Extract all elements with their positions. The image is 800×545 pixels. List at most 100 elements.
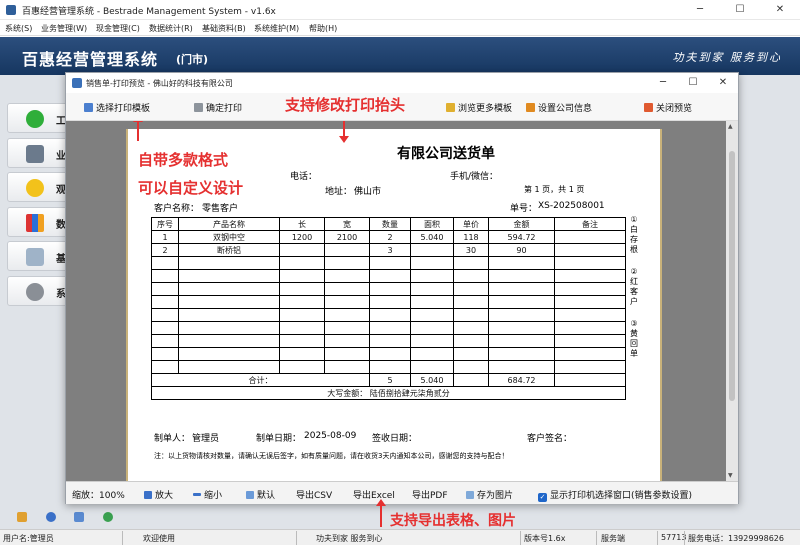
total-row: 合计： 5 5.040 684.72 [151,373,626,387]
status-version: 版本号1.6x [524,534,566,543]
dialog-title: 销售单-打印预览 - 佛山好的科技有限公司 [86,79,233,88]
zoom-in-button[interactable]: 放大 [144,488,173,501]
star-icon [26,179,44,197]
bar-chart-icon [26,214,44,232]
table-row-empty [151,256,626,270]
save-image-button[interactable]: 存为图片 [466,488,513,501]
close-icon [644,103,653,112]
browse-templates-button[interactable]: 浏览更多模板 [446,101,512,114]
status-port: 57713 [661,533,687,542]
close-preview-button[interactable]: 关闭预览 [644,101,692,114]
table-header-row: 序号 产品名称长宽数量 面积 单价 金额 备注 [151,217,626,231]
maker-value: 管理员 [192,434,220,444]
sign-date-label: 签收日期： [372,434,418,444]
dialog-maximize-button[interactable]: ☐ [678,73,708,93]
maker-label: 制单人： [154,434,191,444]
copy-note-white: ①白存根 [630,215,638,254]
close-button[interactable]: ✕ [760,0,800,20]
dialog-app-icon [72,78,82,88]
status-welcome: 欢迎使用 [143,534,175,543]
window-title: 百惠经营管理系统 - Bestrade Management System - … [22,7,276,17]
company-info-button[interactable]: 设置公司信息 [526,101,592,114]
table-row-empty [151,295,626,309]
address-label: 地址： [325,187,353,197]
annotation-arrow-templates [133,121,143,141]
menu-statistics[interactable]: 数据统计(R) [149,23,193,34]
date-label: 制单日期： [256,434,302,444]
select-template-button[interactable]: 选择打印模板 [84,101,150,114]
page-icon [246,491,254,499]
menu-maintenance[interactable]: 系统维护(M) [254,23,299,34]
status-phone: 服务电话：13929998626 [688,534,784,543]
refresh-icon[interactable] [103,512,113,522]
receipt-note: 注：以上货物请核对数量，请确认无误后签字，如有质量问题，请在收货3天内通知本公司… [154,452,509,460]
info-icon[interactable] [46,512,56,522]
export-csv-button[interactable]: 导出CSV [296,488,332,501]
printer-icon [26,145,44,163]
minimize-button[interactable]: ─ [680,0,720,20]
annotation-export: 支持导出表格、图片 [390,513,516,529]
confirm-print-button[interactable]: 确定打印 [194,101,242,114]
zoom-out-button[interactable]: 缩小 [193,488,222,501]
menu-help[interactable]: 帮助(H) [309,23,337,34]
export-pdf-button[interactable]: 导出PDF [412,488,448,501]
menu-basic-data[interactable]: 基础资料(B) [202,23,246,34]
phone-label: 电话： [290,172,318,182]
copy-note-yellow: ③黄回单 [630,319,638,358]
show-printer-checkbox[interactable]: ✓ 显示打印机选择窗口(销售参数设置) [538,488,692,502]
table-row: 2 断桥铝 3 30 90 [151,243,626,257]
menu-bar: 系统(S) 业务管理(W) 现金管理(C) 数据统计(R) 基础资料(B) 系统… [0,20,800,36]
folder-icon[interactable] [17,512,27,522]
print-preview-dialog: 销售单-打印预览 - 佛山好的科技有限公司 ─ ☐ ✕ 选择打印模板 确定打印 … [65,72,739,504]
vertical-scrollbar[interactable]: ▲ ▼ [726,121,738,481]
preview-canvas: 有限公司送货单 电话： 手机/微信： 地址： 佛山市 第 1 页，共 1 页 客… [66,121,738,481]
page-info: 第 1 页，共 1 页 [524,185,585,194]
table-row-empty [151,321,626,335]
home-icon [526,103,535,112]
status-slogan: 功夫到家 服务到心 [316,534,383,543]
status-bar: 用户名:管理员 欢迎使用 功夫到家 服务到心 版本号1.6x 服务端 57713… [0,529,800,545]
default-zoom-button[interactable]: 默认 [246,488,275,501]
dialog-titlebar: 销售单-打印预览 - 佛山好的科技有限公司 ─ ☐ ✕ [66,73,738,93]
address-value: 佛山市 [354,187,382,197]
dialog-close-button[interactable]: ✕ [708,73,738,93]
dialog-minimize-button[interactable]: ─ [648,73,678,93]
app-icon [6,5,16,15]
folder-icon [446,103,455,112]
minus-icon [193,493,201,496]
banner-subtitle: (门市) [176,53,209,66]
main-titlebar: 百惠经营管理系统 - Bestrade Management System - … [0,0,800,20]
menu-system[interactable]: 系统(S) [5,23,32,34]
customer-value: 零售客户 [202,204,239,214]
app-banner: 百惠经营管理系统 (门市) 功夫到家 服务到心 [0,37,800,75]
table-row-empty [151,360,626,374]
menu-cash[interactable]: 现金管理(C) [96,23,140,34]
date-value: 2025-08-09 [304,431,357,441]
scrollbar-thumb[interactable] [729,151,735,401]
export-excel-button[interactable]: 导出Excel [353,488,395,501]
zoom-label: 缩放：100% [72,491,125,501]
table-row: 1 双钢中空 1200 2100 2 5.040 118 594.72 [151,230,626,244]
template-icon [84,103,93,112]
status-server: 服务端 [601,534,625,543]
table-row-empty [151,347,626,361]
image-icon [466,491,474,499]
check-icon [26,110,44,128]
gear-icon [26,283,44,301]
customer-label: 客户名称： [154,204,200,214]
table-row-empty [151,334,626,348]
table-row-empty [151,308,626,322]
maximize-button[interactable]: ☐ [720,0,760,20]
annotation-modify-header: 支持修改打印抬头 [285,96,406,114]
uppercase-amount-row: 大写金额： 陆佰捌拾肆元柒角贰分 [151,386,626,400]
plus-icon [144,491,152,499]
copy-note-red: ②红客户 [630,267,638,306]
customer-sign-label: 客户签名： [527,434,573,444]
order-number: XS-202508001 [538,201,605,211]
zoom-value: 100% [99,491,125,501]
menu-business[interactable]: 业务管理(W) [41,23,87,34]
annotation-arrow-export [376,499,386,527]
printer-icon [194,103,203,112]
checkbox-checked-icon: ✓ [538,493,547,502]
calculator-icon[interactable] [74,512,84,522]
